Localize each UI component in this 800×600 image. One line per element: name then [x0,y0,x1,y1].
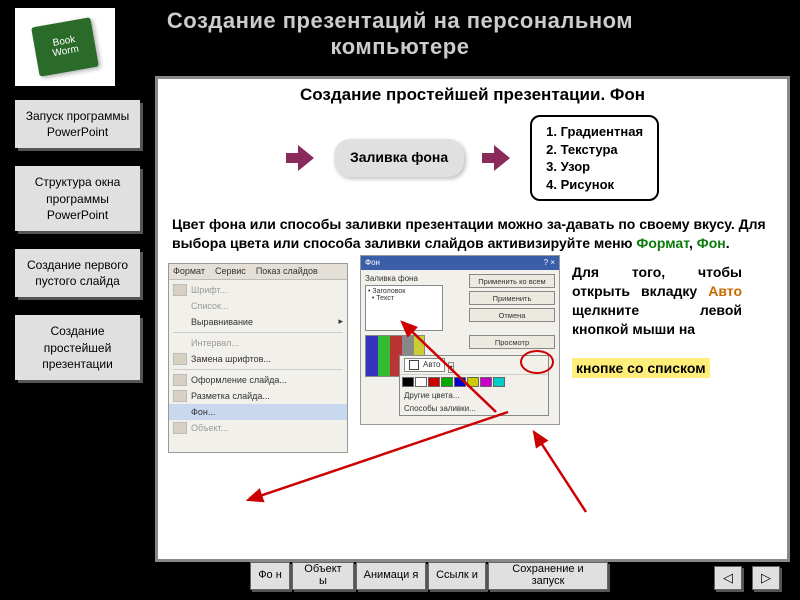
menu-item[interactable]: Список... [169,298,347,314]
arrow-icon [482,145,512,171]
list-item: 4. Рисунок [546,176,643,194]
content-subtitle: Создание простейшей презентации. Фон [168,85,777,105]
tab-background[interactable]: Фо н [250,562,290,590]
dropdown-arrow-button[interactable]: ▾ [448,362,454,373]
tab-links[interactable]: Ссылк и [428,562,486,590]
fill-methods-item[interactable]: Способы заливки... [400,402,548,415]
menu-item[interactable]: Выравнивание▸ [169,314,347,330]
menu-item[interactable]: Замена шрифтов... [169,351,347,367]
sidebar-item-launch[interactable]: Запуск программы PowerPoint [15,100,140,148]
tab-objects[interactable]: Объект ы [292,562,354,590]
logo [15,8,115,86]
list-item: 1. Градиентная [546,123,643,141]
apply-all-button[interactable]: Применить ко всем [469,274,555,288]
cancel-button[interactable]: Отмена [469,308,555,322]
dialog-titlebar: Фон ? × [361,256,559,270]
content-panel: Создание простейшей презентации. Фон Зал… [155,76,790,562]
color-swatch-row[interactable] [400,374,548,389]
auto-color-option[interactable]: Авто [404,358,445,372]
arrow-icon [286,145,316,171]
screenshot-menubar: Формат Сервис Показ слайдов [169,264,347,280]
keyword-auto: Авто [708,283,742,299]
tab-save-run[interactable]: Сохранение и запуск [488,562,608,590]
list-item: 3. Узор [546,158,643,176]
keyword-fon: Фон [697,235,726,251]
menu-item[interactable]: Интервал... [169,335,347,351]
flow-box-fill: Заливка фона [334,139,464,177]
fill-type-list: 1. Градиентная 2. Текстура 3. Узор 4. Ри… [530,115,659,201]
menu-item[interactable]: Разметка слайда... [169,388,347,404]
triangle-left-icon: ◁ [723,570,733,586]
prev-button[interactable]: ◁ [714,566,742,590]
body-paragraph: Цвет фона или способы заливки презентаци… [172,215,773,253]
page-title: Создание презентаций на персональном ком… [0,0,800,72]
screenshot-format-menu: Формат Сервис Показ слайдов Шрифт...Спис… [168,263,348,453]
next-button[interactable]: ▷ [752,566,780,590]
menu-item[interactable]: Оформление слайда... [169,372,347,388]
highlight-circle [520,350,554,374]
side-paragraph: Для того, чтобы открыть вкладку Авто щел… [572,263,742,380]
menu-item[interactable]: Фон... [169,404,347,420]
pager: ◁ ▷ [714,566,780,590]
sidebar-item-structure[interactable]: Структура окна программы PowerPoint [15,166,140,231]
triangle-right-icon: ▷ [761,570,771,586]
flow-row: Заливка фона 1. Градиентная 2. Текстура … [168,115,777,201]
sidebar-item-first-slide[interactable]: Создание первого пустого слайда [15,249,140,297]
book-icon [31,17,99,77]
menu-item[interactable]: Шрифт... [169,282,347,298]
apply-button[interactable]: Применить [469,291,555,305]
keyword-format: Формат [636,235,689,251]
sidebar: Запуск программы PowerPoint Структура ок… [15,100,140,380]
bottom-tabs: Фо н Объект ы Анимаци я Ссылк и Сохранен… [250,562,608,590]
callout-list-button: кнопке со списком [572,358,710,378]
screenshot-background-dialog: Фон ? × Заливка фона • Заголовок • Текст [360,255,560,425]
sidebar-item-simple-presentation[interactable]: Создание простейшей презентации [15,315,140,380]
tab-animation[interactable]: Анимаци я [356,562,426,590]
menu-item[interactable]: Объект... [169,420,347,436]
preview-button[interactable]: Просмотр [469,335,555,349]
more-colors-item[interactable]: Другие цвета... [400,389,548,402]
list-item: 2. Текстура [546,141,643,159]
color-popover: Авто ▾ Другие цвета... Способы заливки..… [399,355,549,416]
